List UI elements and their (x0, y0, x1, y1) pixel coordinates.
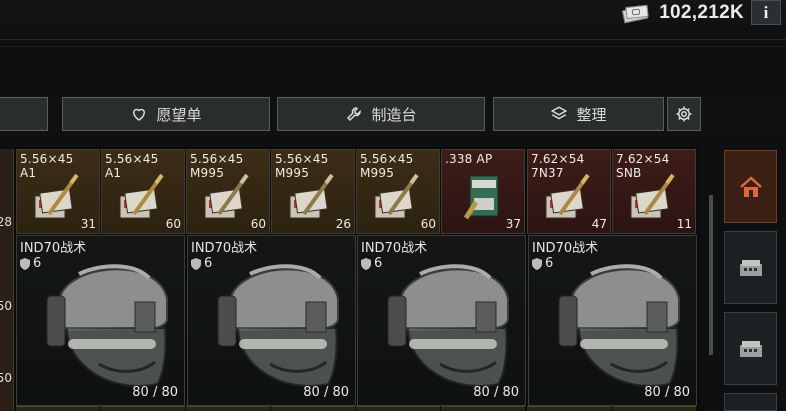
ammo-box-icon (463, 175, 499, 220)
ammo-item[interactable]: .338 AP 37 (441, 149, 525, 234)
roubles-icon (621, 3, 651, 24)
next-row-item[interactable] (101, 406, 185, 411)
next-row-item[interactable] (356, 406, 440, 411)
crafting-label: 制造台 (371, 105, 417, 124)
stash-tab-button[interactable] (724, 150, 777, 223)
ammo-quantity: 26 (335, 217, 351, 231)
wishlist-button[interactable]: 愿望单 (62, 97, 270, 131)
info-button[interactable]: i (751, 0, 781, 25)
left-partial-column: 28 50 50 (0, 149, 14, 411)
ammo-box-icon (34, 173, 79, 219)
gear-icon (676, 106, 692, 122)
ammo-box-icon (630, 173, 675, 219)
durability: 80 / 80 (132, 385, 178, 400)
helmet-icon (387, 264, 509, 387)
currency-display: 102,212K (621, 2, 744, 24)
ammo-caliber: 5.56×45 (105, 152, 159, 166)
ammo-item[interactable]: 5.56×45 A1 31 (16, 149, 100, 234)
next-row-item[interactable] (441, 406, 525, 411)
helmet-item[interactable]: IND70战术 6 80 / 80 (187, 235, 356, 406)
shield-icon (20, 257, 30, 270)
ammo-quantity: 31 (80, 217, 96, 231)
partial-count: 50 (0, 299, 12, 313)
next-row-item[interactable] (16, 406, 100, 411)
settings-button[interactable] (667, 97, 701, 131)
ammo-box-icon (289, 173, 334, 219)
shield-icon (361, 257, 371, 270)
ammo-item[interactable]: 7.62×54 7N37 47 (527, 149, 611, 234)
ammo-box-icon (119, 173, 164, 219)
ammo-item[interactable]: 5.56×45 A1 60 (101, 149, 185, 234)
next-row-item[interactable] (527, 406, 611, 411)
ammo-box-icon (545, 173, 590, 219)
helmet-icon (46, 264, 168, 387)
ammo-quantity: 11 (676, 217, 692, 231)
partial-count: 50 (0, 371, 12, 385)
ammo-caliber: 7.62×54 (616, 152, 670, 166)
shield-icon (532, 257, 542, 270)
helmet-icon (217, 264, 339, 387)
ammo-quantity: 47 (591, 217, 607, 231)
helmet-icon (558, 264, 680, 387)
ammo-caliber: 5.56×45 (20, 152, 74, 166)
container-tab-button[interactable] (724, 393, 777, 411)
ammo-quantity: 60 (420, 217, 436, 231)
sort-label: 整理 (576, 105, 607, 124)
durability: 80 / 80 (644, 385, 690, 400)
wishlist-label: 愿望单 (156, 105, 202, 124)
money-amount: 102,212K (659, 2, 744, 23)
grid-scrollbar[interactable] (709, 195, 713, 355)
next-row-item[interactable] (186, 406, 270, 411)
ammo-item[interactable]: 5.56×45 M995 60 (356, 149, 440, 234)
partial-count: 28 (0, 215, 12, 229)
wrench-icon (347, 107, 362, 122)
ammo-quantity: 60 (250, 217, 266, 231)
ammo-quantity: 37 (505, 217, 521, 231)
layers-icon (551, 106, 568, 120)
next-row-item[interactable] (271, 406, 355, 411)
ammo-item[interactable]: 5.56×45 M995 60 (186, 149, 270, 234)
ammo-item[interactable]: 7.62×54 SNB 11 (612, 149, 696, 234)
crafting-button[interactable]: 制造台 (277, 97, 485, 131)
ammo-box-icon (374, 173, 419, 219)
ammo-caliber: 7.62×54 (531, 152, 585, 166)
helmet-item[interactable]: IND70战术 6 80 / 80 (16, 235, 185, 406)
sort-button[interactable]: 整理 (493, 97, 664, 131)
container-tab-button[interactable] (724, 312, 777, 385)
helmet-item[interactable]: IND70战术 6 80 / 80 (357, 235, 526, 406)
durability: 80 / 80 (473, 385, 519, 400)
container-tab-button[interactable] (724, 231, 777, 304)
durability: 80 / 80 (303, 385, 349, 400)
container-icon (739, 340, 762, 357)
heart-icon (133, 108, 146, 121)
ammo-caliber: 5.56×45 (275, 152, 329, 166)
shield-icon (191, 257, 201, 270)
ammo-caliber: 5.56×45 (360, 152, 414, 166)
ammo-quantity: 60 (165, 217, 181, 231)
ammo-caliber: 5.56×45 (190, 152, 244, 166)
container-icon (739, 259, 762, 276)
ammo-box-icon (204, 173, 249, 219)
divider (0, 46, 786, 47)
stash-home-icon (739, 175, 762, 197)
next-row-item[interactable] (612, 406, 696, 411)
top-bar: 102,212K i (0, 0, 786, 40)
helmet-item[interactable]: IND70战术 6 80 / 80 (528, 235, 697, 406)
ammo-caliber: .338 AP (445, 152, 493, 166)
ammo-item[interactable]: 5.56×45 M995 26 (271, 149, 355, 234)
toolbar-left-button[interactable] (0, 97, 48, 131)
